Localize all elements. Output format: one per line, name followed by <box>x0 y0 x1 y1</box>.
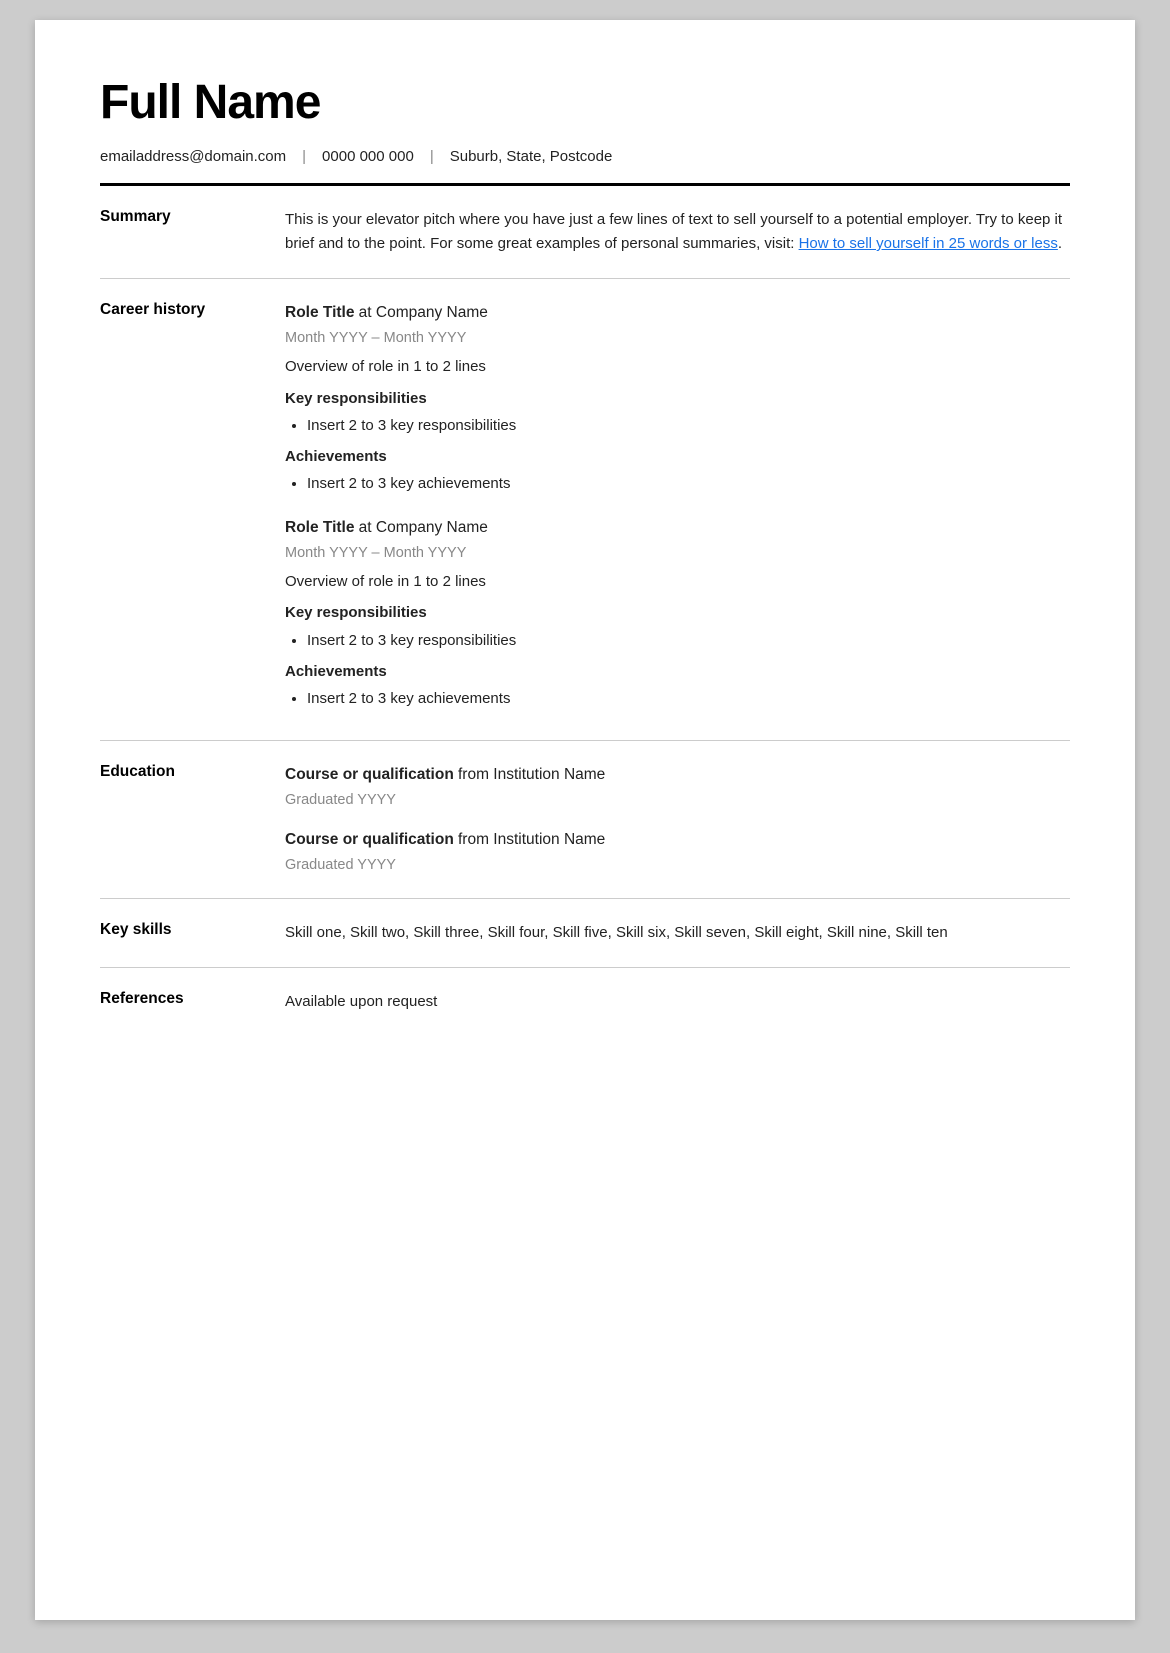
role-2-responsibilities-list: Insert 2 to 3 key responsibilities <box>307 629 1070 652</box>
contact-row: emailaddress@domain.com | 0000 000 000 |… <box>100 148 1070 165</box>
edu-2-graduated: Graduated YYYY <box>285 854 1070 876</box>
role-2-responsibility-1: Insert 2 to 3 key responsibilities <box>307 629 1070 652</box>
role-2-achievement-1: Insert 2 to 3 key achievements <box>307 687 1070 710</box>
career-history-label: Career history <box>100 279 285 741</box>
summary-text: This is your elevator pitch where you ha… <box>285 211 1062 252</box>
edu-1-course: Course or qualification <box>285 766 454 783</box>
location: Suburb, State, Postcode <box>450 148 613 165</box>
edu-block-2: Course or qualification from Institution… <box>285 828 1070 876</box>
summary-text-part2: . <box>1058 235 1062 252</box>
career-history-content: Role Title at Company Name Month YYYY – … <box>285 279 1070 741</box>
edu-2-course-line: Course or qualification from Institution… <box>285 828 1070 852</box>
phone: 0000 000 000 <box>322 148 414 165</box>
full-name: Full Name <box>100 75 1070 130</box>
divider-2: | <box>430 148 434 165</box>
role-1-achievements-list: Insert 2 to 3 key achievements <box>307 472 1070 495</box>
skills-text: Skill one, Skill two, Skill three, Skill… <box>285 924 948 941</box>
references-text: Available upon request <box>285 993 437 1010</box>
role-2-title: Role Title <box>285 519 354 536</box>
role-2-title-line: Role Title at Company Name <box>285 516 1070 540</box>
edu-1-course-line: Course or qualification from Institution… <box>285 763 1070 787</box>
role-2-dates: Month YYYY – Month YYYY <box>285 542 1070 564</box>
edu-2-course: Course or qualification <box>285 831 454 848</box>
education-content: Course or qualification from Institution… <box>285 741 1070 899</box>
education-row: Education Course or qualification from I… <box>100 741 1070 899</box>
role-2-achievements-list: Insert 2 to 3 key achievements <box>307 687 1070 710</box>
edu-1-institution: from Institution Name <box>458 766 605 783</box>
role-2-company: at Company Name <box>359 519 488 536</box>
resume-page: Full Name emailaddress@domain.com | 0000… <box>35 20 1135 1620</box>
role-2-responsibilities-label: Key responsibilities <box>285 601 1070 624</box>
key-skills-row: Key skills Skill one, Skill two, Skill t… <box>100 899 1070 967</box>
role-1-responsibilities-list: Insert 2 to 3 key responsibilities <box>307 414 1070 437</box>
role-1-overview: Overview of role in 1 to 2 lines <box>285 355 1070 378</box>
edu-block-1: Course or qualification from Institution… <box>285 763 1070 811</box>
education-label: Education <box>100 741 285 899</box>
role-1-title: Role Title <box>285 304 354 321</box>
sections-table: Summary This is your elevator pitch wher… <box>100 186 1070 1035</box>
role-1-achievement-1: Insert 2 to 3 key achievements <box>307 472 1070 495</box>
role-block-2: Role Title at Company Name Month YYYY – … <box>285 516 1070 711</box>
summary-content: This is your elevator pitch where you ha… <box>285 186 1070 279</box>
role-1-dates: Month YYYY – Month YYYY <box>285 327 1070 349</box>
email: emailaddress@domain.com <box>100 148 286 165</box>
summary-label: Summary <box>100 186 285 279</box>
divider-1: | <box>302 148 306 165</box>
edu-1-graduated: Graduated YYYY <box>285 789 1070 811</box>
role-1-company: at Company Name <box>359 304 488 321</box>
role-2-overview: Overview of role in 1 to 2 lines <box>285 570 1070 593</box>
summary-row: Summary This is your elevator pitch wher… <box>100 186 1070 279</box>
role-1-achievements-label: Achievements <box>285 445 1070 468</box>
role-block-1: Role Title at Company Name Month YYYY – … <box>285 301 1070 496</box>
role-1-title-line: Role Title at Company Name <box>285 301 1070 325</box>
role-2-achievements-label: Achievements <box>285 660 1070 683</box>
career-history-row: Career history Role Title at Company Nam… <box>100 279 1070 741</box>
references-content: Available upon request <box>285 967 1070 1035</box>
key-skills-content: Skill one, Skill two, Skill three, Skill… <box>285 899 1070 967</box>
references-label: References <box>100 967 285 1035</box>
references-row: References Available upon request <box>100 967 1070 1035</box>
summary-link[interactable]: How to sell yourself in 25 words or less <box>799 235 1058 252</box>
edu-2-institution: from Institution Name <box>458 831 605 848</box>
role-1-responsibility-1: Insert 2 to 3 key responsibilities <box>307 414 1070 437</box>
key-skills-label: Key skills <box>100 899 285 967</box>
role-1-responsibilities-label: Key responsibilities <box>285 387 1070 410</box>
header-section: Full Name emailaddress@domain.com | 0000… <box>100 75 1070 186</box>
